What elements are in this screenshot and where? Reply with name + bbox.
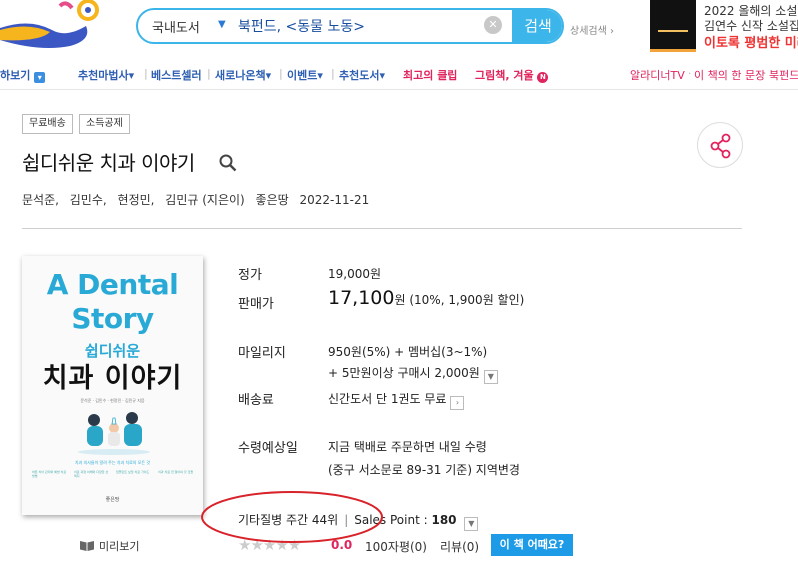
chevron-down-icon[interactable]: ▼ bbox=[218, 19, 226, 30]
red-circle-annotation bbox=[201, 491, 383, 543]
cover-title-en-2: Story bbox=[71, 302, 154, 335]
list-price-label: 정가 bbox=[238, 268, 262, 283]
book-question-button[interactable]: 이 책 어때요? bbox=[491, 534, 573, 556]
author-line: 문석준, 김민수, 현정민, 김민규 (지은이) 좋은땅 2022-11-21 bbox=[22, 191, 376, 208]
aladin-lamp-logo[interactable] bbox=[0, 0, 110, 52]
mileage-line2: + 5만원이상 구매시 2,000원 bbox=[328, 366, 480, 380]
author-link[interactable]: 김민규 (지은이) bbox=[165, 193, 244, 207]
ad-banner[interactable]: 2022 올해의 소설 김연수 신작 소설집 이토록 평범한 미래 bbox=[650, 0, 798, 52]
book-cover[interactable]: A Dental Story 쉽디쉬운 치과 이야기 문석준 · 김민수 · 현… bbox=[22, 256, 203, 515]
shipping-label: 배송료 bbox=[238, 393, 274, 408]
site-header: 국내도서 ▼ ✕ 검색 상세검색 › 2022 올해의 소설 김연수 신작 소설… bbox=[0, 0, 798, 58]
section-divider bbox=[22, 228, 742, 229]
sale-price-label: 판매가 bbox=[238, 297, 274, 312]
cover-feature: 임플란트 보철 치료 가이드 bbox=[116, 470, 150, 474]
delivery-line2[interactable]: (중구 서소문로 89-31 기준) 지역변경 bbox=[328, 461, 520, 478]
sale-price-unit: 원 bbox=[394, 293, 406, 307]
list-price: 19,000원 bbox=[328, 267, 382, 281]
cover-title-en-1: A Dental bbox=[46, 268, 179, 301]
cover-tagline: 치과 의사들이 알려 주는 치과 치료의 모든 것 bbox=[74, 460, 151, 465]
ad-book-cover bbox=[650, 0, 696, 52]
book-open-icon bbox=[80, 541, 94, 551]
nav-item-best-clip[interactable]: 최고의 클립 bbox=[403, 67, 457, 83]
shipping-row: 신간도서 단 1권도 무료 › bbox=[328, 390, 465, 410]
mileage-line2-row: + 5만원이상 구매시 2,000원 ▼ bbox=[328, 364, 498, 384]
delivery-label: 수령예상일 bbox=[238, 441, 298, 456]
review-count[interactable]: 리뷰(0) bbox=[440, 538, 479, 555]
sales-point-value: 180 bbox=[431, 513, 457, 527]
new-badge: N bbox=[537, 72, 549, 83]
sale-price: 17,100 bbox=[328, 287, 395, 309]
nav-item-new-books[interactable]: 새로나온책▾ bbox=[215, 67, 271, 83]
nav-item-bestseller[interactable]: 베스트셀러 bbox=[151, 67, 202, 83]
detail-search-link[interactable]: 상세검색 › bbox=[570, 22, 614, 37]
tag-tax-deduction: 소득공제 bbox=[79, 114, 130, 134]
search-button[interactable]: 검색 bbox=[512, 10, 562, 42]
nav-item-browse[interactable]: 하보기 ▾ bbox=[0, 67, 46, 83]
mileage-line1: 950원(5%) + 멤버십(3~1%) bbox=[328, 345, 488, 359]
publisher-link[interactable]: 좋은땅 bbox=[256, 193, 289, 207]
preview-label: 미리보기 bbox=[99, 540, 140, 553]
shipping-info: 신간도서 단 1권도 무료 bbox=[328, 392, 447, 406]
search-category-select[interactable]: 국내도서 bbox=[152, 17, 200, 36]
nav-item-events[interactable]: 이벤트▾ bbox=[287, 67, 323, 83]
sale-price-row: 17,100원 (10%, 1,900원 할인) bbox=[328, 287, 524, 309]
cover-feature-columns: 바른 치아 관리와 예방 치료 방법 치료 과정 이해와 다양한 선택지 임플란… bbox=[32, 470, 193, 484]
mileage-label: 마일리지 bbox=[238, 346, 286, 361]
search-bar: 국내도서 ▼ ✕ 검색 bbox=[136, 8, 564, 44]
ad-text-line3: 이토록 평범한 미래 bbox=[704, 36, 798, 51]
chevron-down-icon[interactable]: ▼ bbox=[483, 370, 498, 384]
main-nav: 하보기 ▾ 추천마법사▾ | 베스트셀러 | 새로나온책▾ | 이벤트▾ | 추… bbox=[0, 58, 798, 90]
cover-publisher: 좋은땅 bbox=[105, 497, 120, 503]
cover-feature: 치과 치료 전 알아야 할 것들 bbox=[158, 470, 194, 474]
publish-date: 2022-11-21 bbox=[299, 193, 370, 207]
discount-info: (10%, 1,900원 할인) bbox=[409, 293, 525, 307]
nav-item-recommended[interactable]: 추천도서▾ bbox=[339, 67, 385, 83]
cover-feature: 바른 치아 관리와 예방 치료 방법 bbox=[32, 470, 67, 478]
cover-main-title: 치과 이야기 bbox=[42, 363, 183, 394]
preview-button[interactable]: 미리보기 bbox=[79, 538, 139, 554]
clear-search-icon[interactable]: ✕ bbox=[484, 16, 502, 34]
cover-authors: 문석준 · 김민수 · 현정민 · 김민규 지음 bbox=[80, 398, 145, 403]
nav-item-book-sentence[interactable]: 이 책의 한 문장 bbox=[694, 67, 765, 83]
book-title: 쉽디쉬운 치과 이야기 bbox=[22, 151, 195, 175]
cover-feature: 치료 과정 이해와 다양한 선택지 bbox=[74, 470, 109, 478]
share-icon bbox=[710, 133, 731, 159]
author-link[interactable]: 김민수, bbox=[70, 193, 107, 207]
share-button[interactable] bbox=[697, 122, 743, 168]
chevron-right-icon[interactable]: › bbox=[450, 396, 465, 410]
nav-item-bookfund[interactable]: 북펀드 bbox=[769, 67, 798, 83]
cover-illustration bbox=[78, 412, 150, 455]
chevron-down-icon: ▾ bbox=[34, 72, 46, 83]
nav-item-aladiner-tv[interactable]: 알라디너TV bbox=[630, 67, 685, 83]
search-input[interactable] bbox=[238, 13, 508, 39]
nav-item-recommend-wizard[interactable]: 추천마법사▾ bbox=[78, 67, 134, 83]
delivery-line1: 지금 택배로 주문하면 내일 수령 bbox=[328, 440, 487, 454]
author-link[interactable]: 현정민, bbox=[118, 193, 155, 207]
tag-free-shipping: 무료배송 bbox=[22, 114, 73, 134]
nav-item-picturebook-winter[interactable]: 그림책, 겨울 N bbox=[475, 67, 549, 83]
author-link[interactable]: 문석준, bbox=[22, 193, 59, 207]
search-icon[interactable] bbox=[219, 154, 237, 172]
chevron-down-icon[interactable]: ▼ bbox=[464, 517, 479, 531]
